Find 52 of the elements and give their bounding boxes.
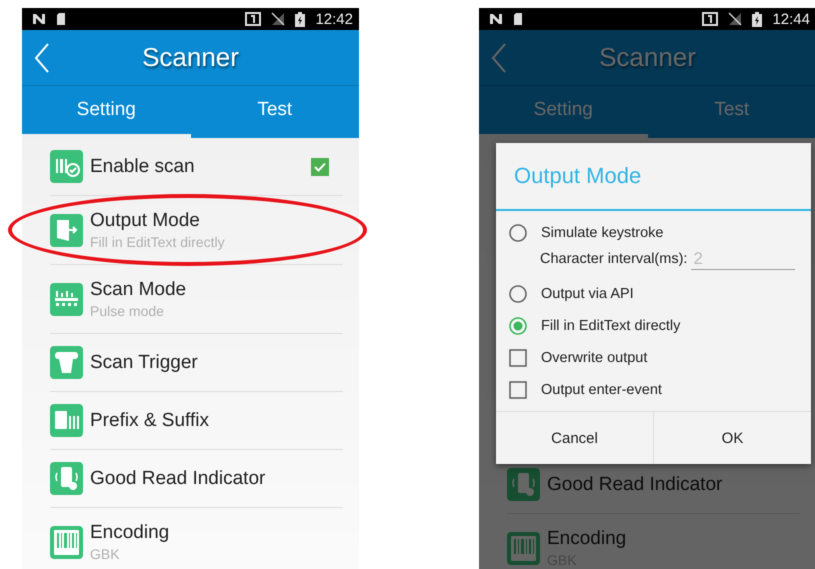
sd-card-icon	[513, 12, 523, 26]
radio-button[interactable]	[509, 317, 527, 335]
network-icon	[489, 13, 503, 25]
option-label: Simulate keystroke	[541, 225, 664, 241]
setting-title[interactable]: Enable scan	[90, 156, 195, 178]
checkbox[interactable]	[509, 349, 527, 367]
checkbox[interactable]	[311, 158, 329, 176]
setting-icon	[50, 404, 83, 437]
setting-icon	[50, 462, 83, 495]
screen-title: Scanner	[141, 42, 240, 73]
setting-title[interactable]: Output Mode	[90, 210, 200, 232]
option-label: Overwrite output	[541, 350, 648, 366]
sd-card-icon	[56, 12, 66, 26]
setting-value: GBK	[90, 546, 120, 562]
dialog-button[interactable]: OK	[653, 412, 811, 464]
dialog-title: Output Mode	[496, 143, 811, 211]
setting-icon	[507, 468, 540, 501]
radio-button[interactable]	[509, 285, 527, 303]
no-signal-icon	[271, 12, 286, 26]
status-time: 12:42	[315, 10, 353, 28]
setting-icon	[50, 346, 83, 379]
battery-charging-icon	[295, 12, 306, 26]
option-label: Output via API	[541, 286, 634, 302]
setting-icon	[50, 214, 83, 246]
network-icon	[32, 13, 46, 25]
status-time: 12:44	[772, 10, 810, 28]
setting-value: Fill in EditText directly	[90, 234, 225, 250]
setting-icon	[50, 150, 83, 183]
setting-title[interactable]: Encoding	[90, 522, 170, 544]
setting-title[interactable]: Scan Mode	[90, 279, 186, 301]
sim-icon	[702, 12, 718, 26]
radio-button[interactable]	[509, 224, 527, 242]
interval-field[interactable]: 2	[691, 248, 796, 270]
field-label: Character interval(ms):	[540, 251, 688, 267]
setting-icon	[507, 532, 540, 564]
setting-title[interactable]: Good Read Indicator	[90, 468, 266, 490]
checkbox[interactable]	[509, 381, 527, 399]
setting-icon	[50, 282, 83, 316]
setting-title[interactable]: Prefix & Suffix	[90, 410, 209, 432]
tab[interactable]: Setting	[22, 86, 190, 138]
option-label: Fill in EditText directly	[541, 318, 680, 334]
back-icon[interactable]	[34, 43, 50, 73]
no-signal-icon	[728, 12, 742, 26]
tab[interactable]: Test	[190, 86, 359, 138]
battery-charging-icon	[752, 12, 762, 26]
screen-title: Scanner	[598, 42, 697, 73]
setting-icon	[50, 526, 83, 558]
setting-title[interactable]: Scan Trigger	[90, 352, 198, 374]
option-label: Output enter-event	[541, 382, 662, 398]
sim-icon	[245, 12, 262, 26]
dialog-button[interactable]: Cancel	[496, 412, 653, 464]
setting-value: Pulse mode	[90, 303, 164, 319]
